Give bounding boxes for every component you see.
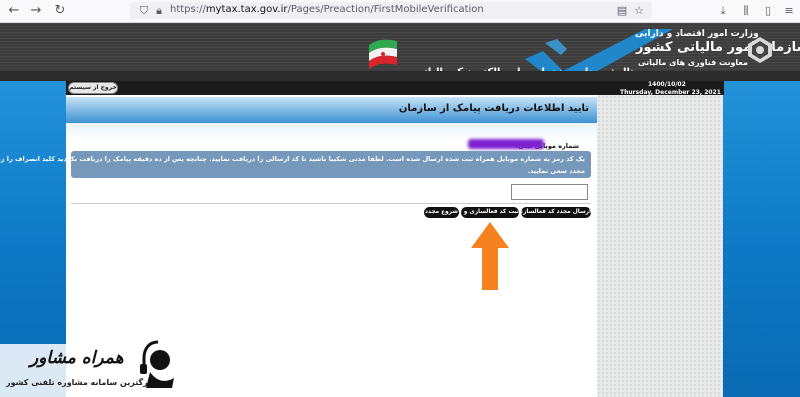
page-title: تایید اطلاعات دریافت پیامک از سازمان [398, 103, 589, 114]
site-background: پرتال ثبت نام و خدمات جامع الکترونیک مال… [0, 23, 800, 397]
deputy-name: معاونت فناوری های مالیاتی [638, 58, 748, 67]
reload-icon[interactable]: ↻ [52, 3, 68, 19]
header-band [0, 71, 800, 81]
watermark-title: همراه مشاور [30, 348, 124, 368]
sidebar-toggle-icon[interactable]: ▯ [761, 4, 775, 18]
reader-view-icon[interactable]: ▤ [615, 4, 629, 18]
menu-icon[interactable]: ≡ [782, 4, 796, 18]
date-persian: 1400/10/02 [648, 81, 686, 88]
submit-code-button[interactable]: ثبت کد فعالسازی و ادامه [448, 207, 519, 218]
organization-name: سازمان امور مالیاتی کشور [636, 40, 800, 55]
headset-consultant-logo-icon [140, 340, 174, 388]
url-text[interactable]: https://mytax.tax.gov.ir/Pages/Preaction… [170, 4, 484, 15]
separator-line [71, 203, 591, 204]
resend-code-button[interactable]: ارسال مجدد کد فعالسازی [518, 207, 591, 218]
url-host: mytax.tax.gov.ir [205, 4, 288, 15]
forward-icon[interactable]: → [28, 3, 44, 19]
download-icon[interactable]: ⤓ [716, 4, 730, 18]
iran-flag-icon [369, 39, 397, 69]
ministry-name: وزارت امور اقتصاد و دارایی [635, 29, 759, 39]
orange-arrow-annotation [471, 222, 509, 290]
library-icon[interactable]: ⫼ [739, 4, 753, 18]
back-icon[interactable]: ← [6, 3, 22, 19]
logout-button[interactable]: خروج از سیستم [68, 82, 118, 94]
watermark-subtitle: بزرگترین سامانه مشاوره تلفنی کشور [6, 378, 156, 387]
sms-notice-box: یک کد رمز به شماره موبایل همراه ثبت شده … [0, 151, 591, 178]
activation-code-input[interactable] [511, 184, 588, 200]
url-path: /Pages/Preaction/FirstMobileVerification [287, 4, 484, 15]
shield-icon[interactable]: ⛉ [137, 4, 151, 18]
title-bar: تایید اطلاعات دریافت پیامک از سازمان [66, 97, 597, 123]
right-sidebar [597, 95, 723, 397]
browser-toolbar: ← → ↻ ⛉ 🔒︎ https://mytax.tax.gov.ir/Page… [0, 0, 800, 23]
notice-line-2: مجدد سعی نمایید. [527, 167, 585, 175]
restart-button[interactable]: شروع مجدد [424, 207, 459, 218]
url-prefix: https:// [170, 4, 206, 15]
bookmark-star-icon[interactable]: ☆ [632, 4, 646, 18]
mobile-number-redacted [468, 139, 544, 149]
tax-organization-emblem-icon [748, 37, 772, 63]
notice-line-1: یک کد رمز به شماره موبایل همراه ثبت شده … [0, 155, 585, 163]
site-header: پرتال ثبت نام و خدمات جامع الکترونیک مال… [0, 23, 800, 89]
lock-icon[interactable]: 🔒︎ [152, 4, 166, 18]
